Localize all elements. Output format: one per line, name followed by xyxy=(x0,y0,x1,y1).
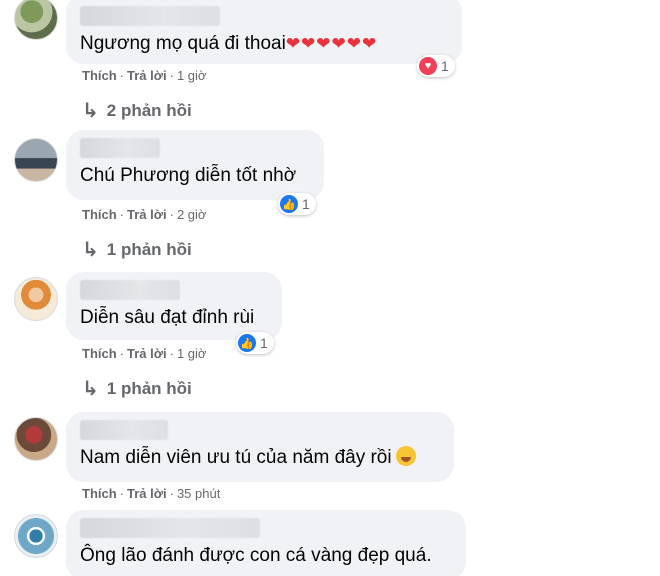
comment-actions: Thích · Trả lời · 1 giờ xyxy=(82,68,207,83)
view-replies-button[interactable]: ↳ 1 phản hồi xyxy=(82,237,192,262)
like-button[interactable]: Thích xyxy=(82,207,117,222)
reply-button[interactable]: Trả lời xyxy=(127,68,167,83)
author-name-blurred[interactable] xyxy=(80,420,168,440)
reaction-badge[interactable]: 👍 1 xyxy=(236,332,274,354)
author-name-blurred[interactable] xyxy=(80,138,160,158)
author-name-blurred[interactable] xyxy=(80,518,260,538)
author-name-blurred[interactable] xyxy=(80,280,180,300)
timestamp[interactable]: 1 giờ xyxy=(177,346,207,361)
comment-text: Ông lão đánh được con cá vàng đẹp quá. xyxy=(80,545,432,566)
comment-actions: Thích · Trả lời · 35 phút xyxy=(82,486,221,501)
timestamp[interactable]: 2 giờ xyxy=(177,207,207,222)
comment-bubble: Diễn sâu đạt đỉnh rùi xyxy=(66,272,282,340)
avatar[interactable] xyxy=(14,514,58,558)
reply-button[interactable]: Trả lời xyxy=(127,486,167,501)
comment-bubble: Ngương mọ quá đi thoai❤❤❤❤❤❤ xyxy=(66,0,462,64)
like-button[interactable]: Thích xyxy=(82,486,117,501)
comment-actions: Thích · Trả lời · 1 giờ xyxy=(82,346,207,361)
view-replies-button[interactable]: ↳ 2 phản hồi xyxy=(82,98,192,123)
reaction-badge[interactable]: ♥ 1 xyxy=(417,55,455,77)
comment-text: Diễn sâu đạt đỉnh rùi xyxy=(80,307,255,328)
comment-text: Chú Phương diễn tốt nhờ xyxy=(80,165,297,186)
reply-arrow-icon: ↳ xyxy=(82,239,99,261)
comment-bubble: Nam diễn viên ưu tú của năm đây rồi xyxy=(66,412,454,482)
timestamp[interactable]: 35 phút xyxy=(177,486,220,501)
reply-arrow-icon: ↳ xyxy=(82,378,99,400)
comment-text: Nam diễn viên ưu tú của năm đây rồi xyxy=(80,446,440,470)
avatar[interactable] xyxy=(14,277,58,321)
reply-button[interactable]: Trả lời xyxy=(127,207,167,222)
comment-bubble: Chú Phương diễn tốt nhờ xyxy=(66,130,324,200)
thumbs-up-icon: 👍 xyxy=(280,195,298,213)
comment-actions: Thích · Trả lời · 2 giờ xyxy=(82,207,207,222)
hearts-emoji: ❤❤❤❤❤❤ xyxy=(285,34,378,53)
like-button[interactable]: Thích xyxy=(82,346,117,361)
heart-icon: ♥ xyxy=(419,57,437,75)
thumbs-up-icon: 👍 xyxy=(238,334,256,352)
comment-text: Ngương mọ quá đi thoai❤❤❤❤❤❤ xyxy=(80,33,378,54)
avatar[interactable] xyxy=(14,138,58,182)
avatar[interactable] xyxy=(14,417,58,461)
grinning-face-with-tongue-icon xyxy=(395,446,416,466)
avatar[interactable] xyxy=(14,0,58,40)
like-button[interactable]: Thích xyxy=(82,68,117,83)
reply-button[interactable]: Trả lời xyxy=(127,346,167,361)
reaction-badge[interactable]: 👍 1 xyxy=(278,193,316,215)
view-replies-button[interactable]: ↳ 1 phản hồi xyxy=(82,376,192,401)
reply-arrow-icon: ↳ xyxy=(82,100,99,122)
comment-bubble: Ông lão đánh được con cá vàng đẹp quá. xyxy=(66,510,466,576)
author-name-blurred[interactable] xyxy=(80,6,220,26)
timestamp[interactable]: 1 giờ xyxy=(177,68,207,83)
